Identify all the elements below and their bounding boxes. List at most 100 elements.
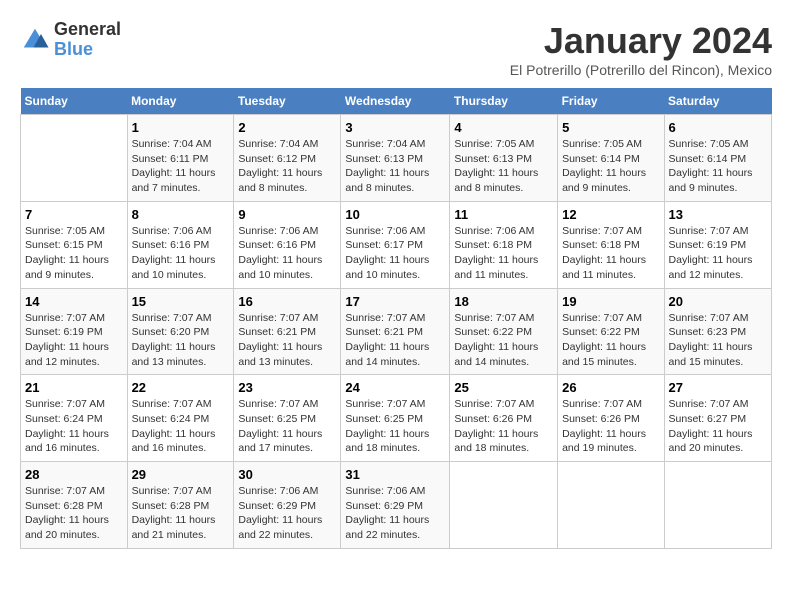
calendar-cell: 29 Sunrise: 7:07 AM Sunset: 6:28 PM Dayli… [127, 462, 234, 549]
logo-text: General Blue [54, 20, 121, 60]
day-info: Sunrise: 7:07 AM Sunset: 6:19 PM Dayligh… [25, 311, 123, 370]
calendar-cell: 26Sunrise: 7:07 AM Sunset: 6:26 PM Dayli… [558, 375, 664, 462]
day-info: Sunrise: 7:07 AM Sunset: 6:28 PM Dayligh… [132, 484, 230, 543]
day-info: Sunrise: 7:07 AM Sunset: 6:19 PM Dayligh… [669, 224, 767, 283]
day-info: Sunrise: 7:07 AM Sunset: 6:28 PM Dayligh… [25, 484, 123, 543]
day-number: 20 [669, 294, 767, 309]
location-subtitle: El Potrerillo (Potrerillo del Rincon), M… [510, 62, 772, 78]
header-sunday: Sunday [21, 88, 128, 115]
calendar-cell: 28 Sunrise: 7:07 AM Sunset: 6:28 PM Dayli… [21, 462, 128, 549]
header-friday: Friday [558, 88, 664, 115]
day-info: Sunrise: 7:05 AM Sunset: 6:14 PM Dayligh… [669, 137, 767, 196]
day-info: Sunrise: 7:07 AM Sunset: 6:26 PM Dayligh… [562, 397, 659, 456]
day-number: 17 [345, 294, 445, 309]
week-row-1: 1 Sunrise: 7:04 AM Sunset: 6:11 PM Daylig… [21, 115, 772, 202]
day-info: Sunrise: 7:07 AM Sunset: 6:20 PM Dayligh… [132, 311, 230, 370]
calendar-body: 1 Sunrise: 7:04 AM Sunset: 6:11 PM Daylig… [21, 115, 772, 549]
week-row-3: 14Sunrise: 7:07 AM Sunset: 6:19 PM Dayli… [21, 288, 772, 375]
day-number: 5 [562, 120, 659, 135]
day-number: 4 [454, 120, 553, 135]
calendar-cell [450, 462, 558, 549]
header-monday: Monday [127, 88, 234, 115]
calendar-cell: 10 Sunrise: 7:06 AM Sunset: 6:17 PM Dayli… [341, 201, 450, 288]
day-info: Sunrise: 7:07 AM Sunset: 6:24 PM Dayligh… [25, 397, 123, 456]
day-info: Sunrise: 7:07 AM Sunset: 6:22 PM Dayligh… [454, 311, 553, 370]
day-info: Sunrise: 7:06 AM Sunset: 6:17 PM Dayligh… [345, 224, 445, 283]
week-row-5: 28 Sunrise: 7:07 AM Sunset: 6:28 PM Dayli… [21, 462, 772, 549]
calendar-cell: 25 Sunrise: 7:07 AM Sunset: 6:26 PM Dayli… [450, 375, 558, 462]
day-info: Sunrise: 7:06 AM Sunset: 6:16 PM Dayligh… [132, 224, 230, 283]
calendar-table: SundayMondayTuesdayWednesdayThursdayFrid… [20, 88, 772, 549]
calendar-cell: 14Sunrise: 7:07 AM Sunset: 6:19 PM Dayli… [21, 288, 128, 375]
header-thursday: Thursday [450, 88, 558, 115]
calendar-cell: 30 Sunrise: 7:06 AM Sunset: 6:29 PM Dayli… [234, 462, 341, 549]
calendar-cell: 13 Sunrise: 7:07 AM Sunset: 6:19 PM Dayli… [664, 201, 771, 288]
day-number: 11 [454, 207, 553, 222]
day-info: Sunrise: 7:05 AM Sunset: 6:15 PM Dayligh… [25, 224, 123, 283]
day-number: 13 [669, 207, 767, 222]
logo-blue-text: Blue [54, 40, 121, 60]
calendar-cell: 8Sunrise: 7:06 AM Sunset: 6:16 PM Daylig… [127, 201, 234, 288]
day-number: 25 [454, 380, 553, 395]
calendar-cell: 7 Sunrise: 7:05 AM Sunset: 6:15 PM Daylig… [21, 201, 128, 288]
day-number: 28 [25, 467, 123, 482]
day-number: 9 [238, 207, 336, 222]
calendar-cell [558, 462, 664, 549]
day-info: Sunrise: 7:07 AM Sunset: 6:26 PM Dayligh… [454, 397, 553, 456]
week-row-4: 21Sunrise: 7:07 AM Sunset: 6:24 PM Dayli… [21, 375, 772, 462]
day-number: 27 [669, 380, 767, 395]
day-info: Sunrise: 7:07 AM Sunset: 6:25 PM Dayligh… [345, 397, 445, 456]
calendar-cell: 1 Sunrise: 7:04 AM Sunset: 6:11 PM Daylig… [127, 115, 234, 202]
logo-icon [20, 25, 50, 55]
calendar-cell [664, 462, 771, 549]
calendar-cell: 2 Sunrise: 7:04 AM Sunset: 6:12 PM Daylig… [234, 115, 341, 202]
day-info: Sunrise: 7:07 AM Sunset: 6:18 PM Dayligh… [562, 224, 659, 283]
day-number: 10 [345, 207, 445, 222]
header-wednesday: Wednesday [341, 88, 450, 115]
day-info: Sunrise: 7:07 AM Sunset: 6:21 PM Dayligh… [345, 311, 445, 370]
day-info: Sunrise: 7:07 AM Sunset: 6:21 PM Dayligh… [238, 311, 336, 370]
day-number: 18 [454, 294, 553, 309]
month-title: January 2024 [510, 20, 772, 62]
day-number: 7 [25, 207, 123, 222]
day-info: Sunrise: 7:06 AM Sunset: 6:16 PM Dayligh… [238, 224, 336, 283]
header-tuesday: Tuesday [234, 88, 341, 115]
day-number: 2 [238, 120, 336, 135]
page-header: General Blue January 2024 El Potrerillo … [20, 20, 772, 78]
calendar-cell: 18 Sunrise: 7:07 AM Sunset: 6:22 PM Dayli… [450, 288, 558, 375]
day-info: Sunrise: 7:06 AM Sunset: 6:29 PM Dayligh… [238, 484, 336, 543]
day-number: 29 [132, 467, 230, 482]
calendar-cell [21, 115, 128, 202]
calendar-cell: 15 Sunrise: 7:07 AM Sunset: 6:20 PM Dayli… [127, 288, 234, 375]
calendar-cell: 3 Sunrise: 7:04 AM Sunset: 6:13 PM Daylig… [341, 115, 450, 202]
day-number: 16 [238, 294, 336, 309]
calendar-cell: 12 Sunrise: 7:07 AM Sunset: 6:18 PM Dayli… [558, 201, 664, 288]
day-info: Sunrise: 7:04 AM Sunset: 6:13 PM Dayligh… [345, 137, 445, 196]
day-number: 1 [132, 120, 230, 135]
header-saturday: Saturday [664, 88, 771, 115]
logo: General Blue [20, 20, 121, 60]
calendar-cell: 24Sunrise: 7:07 AM Sunset: 6:25 PM Dayli… [341, 375, 450, 462]
day-info: Sunrise: 7:05 AM Sunset: 6:13 PM Dayligh… [454, 137, 553, 196]
calendar-cell: 16 Sunrise: 7:07 AM Sunset: 6:21 PM Dayli… [234, 288, 341, 375]
day-info: Sunrise: 7:07 AM Sunset: 6:25 PM Dayligh… [238, 397, 336, 456]
day-info: Sunrise: 7:07 AM Sunset: 6:27 PM Dayligh… [669, 397, 767, 456]
day-info: Sunrise: 7:04 AM Sunset: 6:11 PM Dayligh… [132, 137, 230, 196]
calendar-cell: 4 Sunrise: 7:05 AM Sunset: 6:13 PM Daylig… [450, 115, 558, 202]
calendar-cell: 21Sunrise: 7:07 AM Sunset: 6:24 PM Dayli… [21, 375, 128, 462]
day-number: 15 [132, 294, 230, 309]
calendar-cell: 27 Sunrise: 7:07 AM Sunset: 6:27 PM Dayli… [664, 375, 771, 462]
day-number: 19 [562, 294, 659, 309]
day-number: 6 [669, 120, 767, 135]
calendar-cell: 23Sunrise: 7:07 AM Sunset: 6:25 PM Dayli… [234, 375, 341, 462]
calendar-cell: 6 Sunrise: 7:05 AM Sunset: 6:14 PM Daylig… [664, 115, 771, 202]
calendar-cell: 9 Sunrise: 7:06 AM Sunset: 6:16 PM Daylig… [234, 201, 341, 288]
header-row: SundayMondayTuesdayWednesdayThursdayFrid… [21, 88, 772, 115]
day-info: Sunrise: 7:04 AM Sunset: 6:12 PM Dayligh… [238, 137, 336, 196]
calendar-cell: 11 Sunrise: 7:06 AM Sunset: 6:18 PM Dayli… [450, 201, 558, 288]
day-number: 3 [345, 120, 445, 135]
day-number: 12 [562, 207, 659, 222]
day-number: 30 [238, 467, 336, 482]
day-info: Sunrise: 7:06 AM Sunset: 6:18 PM Dayligh… [454, 224, 553, 283]
day-info: Sunrise: 7:05 AM Sunset: 6:14 PM Dayligh… [562, 137, 659, 196]
